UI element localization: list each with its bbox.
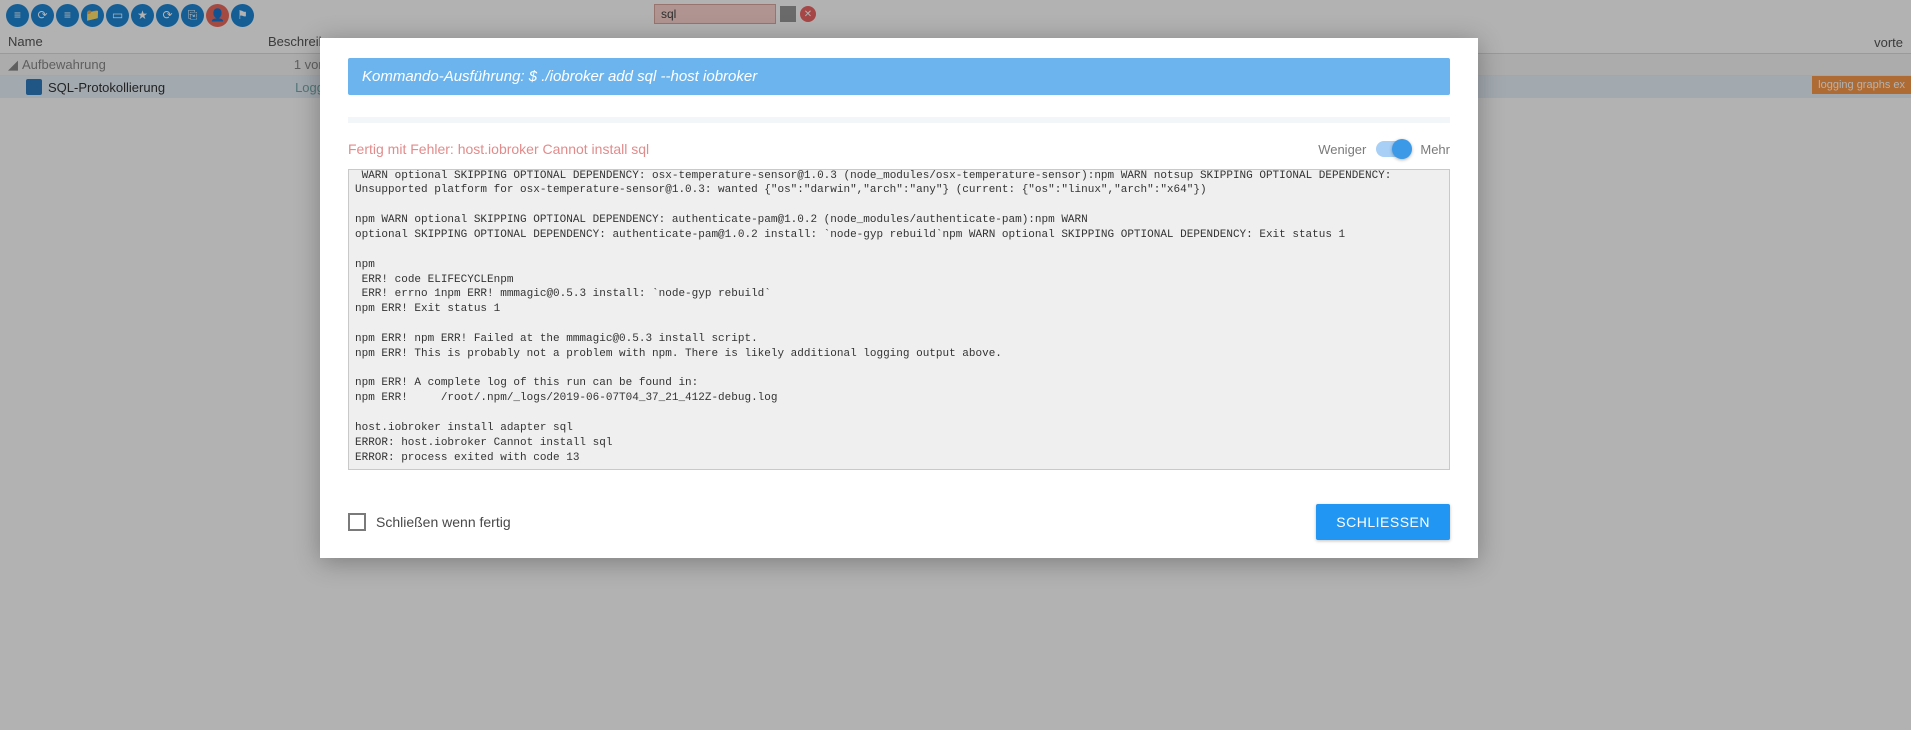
close-on-done-label: Schließen wenn fertig xyxy=(376,514,1316,530)
error-message: Fertig mit Fehler: host.iobroker Cannot … xyxy=(348,141,1318,157)
detail-toggle[interactable] xyxy=(1376,141,1410,157)
status-row: Fertig mit Fehler: host.iobroker Cannot … xyxy=(348,141,1450,157)
divider xyxy=(348,117,1450,123)
command-title-bar: Kommando-Ausführung: $ ./iobroker add sq… xyxy=(348,58,1450,95)
command-title-cmd: $ ./iobroker add sql --host iobroker xyxy=(529,68,757,85)
command-title-label: Kommando-Ausführung: xyxy=(362,68,529,85)
log-output[interactable]: ERR! configure error gyp ERR! stack Erro… xyxy=(348,169,1450,470)
close-button[interactable]: SCHLIESSEN xyxy=(1316,504,1450,540)
less-label: Weniger xyxy=(1318,142,1366,157)
close-on-done-checkbox[interactable] xyxy=(348,513,366,531)
more-label: Mehr xyxy=(1420,142,1450,157)
modal-footer: Schließen wenn fertig SCHLIESSEN xyxy=(320,486,1478,558)
toggle-knob xyxy=(1392,139,1412,159)
command-modal: Kommando-Ausführung: $ ./iobroker add sq… xyxy=(320,38,1478,558)
detail-toggle-wrap: Weniger Mehr xyxy=(1318,141,1450,157)
